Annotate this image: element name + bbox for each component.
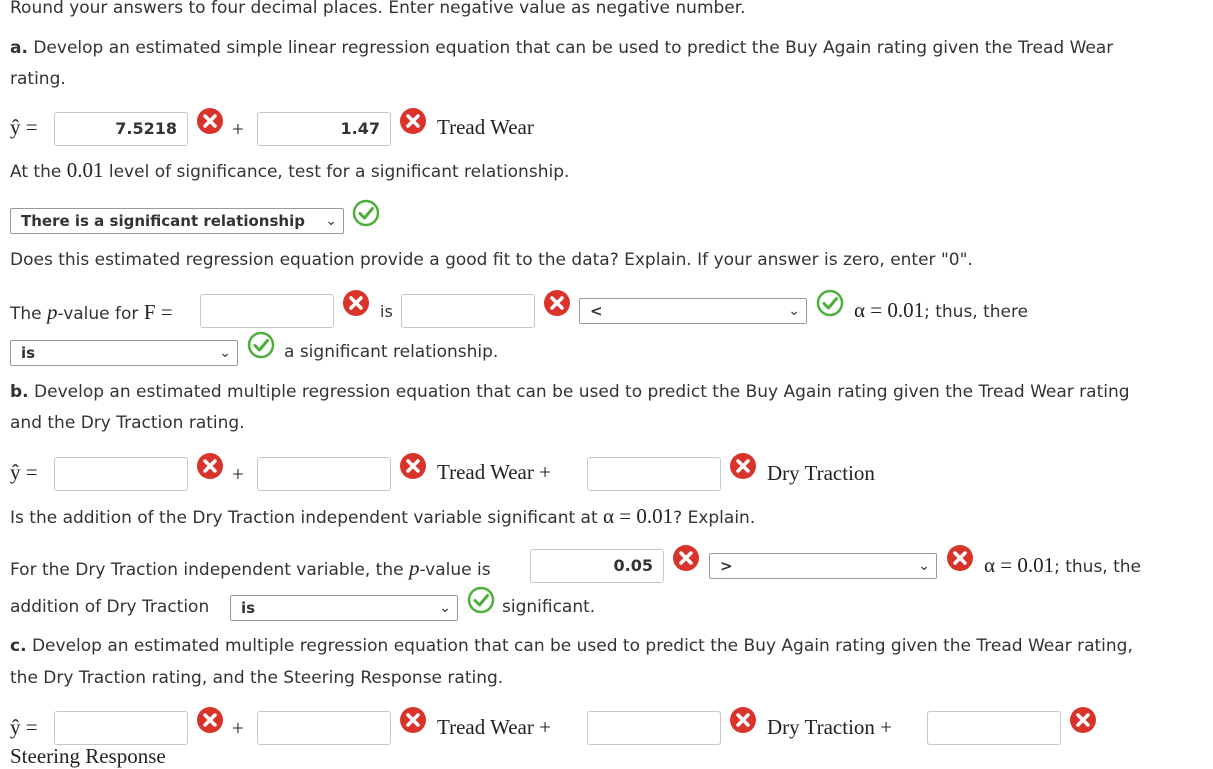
significance-question: At the 0.01 level of significance, test … <box>10 158 569 183</box>
wrong-icon <box>1070 707 1096 733</box>
part-c-question-text: Develop an estimated multiple regression… <box>31 636 1133 656</box>
tread-wear-label-a: Tread Wear <box>437 115 534 139</box>
relationship-text: a significant relationship. <box>284 342 499 362</box>
pvalue-f: F = <box>143 300 173 324</box>
check-icon <box>352 199 380 227</box>
steering-response-label: Steering Response <box>10 744 166 768</box>
alpha-thus-there: α = 0.01; thus, there <box>854 298 1028 323</box>
part-b-question-text: Develop an estimated multiple regression… <box>34 382 1130 402</box>
part-a-question: a. Develop an estimated simple linear re… <box>10 38 1113 58</box>
thus-there: ; thus, there <box>924 302 1029 322</box>
b1-input-c[interactable] <box>257 711 391 745</box>
tread-wear-label-b: Tread Wear + <box>437 460 551 484</box>
alpha-text-a: α = 0.01 <box>854 298 925 322</box>
part-a-question-cont: rating. <box>10 69 66 89</box>
part-b-question: b. Develop an estimated multiple regress… <box>10 382 1130 402</box>
pvalue-f-label: The p-value for F = <box>10 300 173 325</box>
chevron-down-icon: ⌄ <box>219 345 231 361</box>
wrong-icon <box>197 707 223 733</box>
wrong-icon <box>343 290 369 316</box>
chevron-down-icon: ⌄ <box>325 213 337 229</box>
sig-post: level of significance, test for a signif… <box>108 162 570 182</box>
wrong-icon <box>197 453 223 479</box>
dry-traction-label-c: Dry Traction + <box>767 715 893 739</box>
part-c-question-cont: the Dry Traction rating, and the Steerin… <box>10 668 504 688</box>
plus-sign: + <box>232 462 244 486</box>
dry-p-post: -value is <box>419 560 491 580</box>
pvalue-f-input[interactable] <box>200 294 334 328</box>
addition-of-label: addition of Dry Traction <box>10 597 210 617</box>
is-label: is <box>380 302 393 321</box>
wrong-icon <box>673 545 699 571</box>
yhat-label-a: ŷ = <box>10 115 38 139</box>
part-c-question: c. Develop an estimated multiple regress… <box>10 636 1133 656</box>
addition-q-pre: Is the addition of the Dry Traction inde… <box>10 508 598 528</box>
is-select-a[interactable]: is ⌄ <box>10 340 238 366</box>
check-icon <box>247 331 275 359</box>
intercept-input-a[interactable]: 7.5218 <box>54 112 188 146</box>
compare-select-b[interactable]: > ⌄ <box>709 553 937 579</box>
sig-pre: At the <box>10 162 62 182</box>
b3-input-c[interactable] <box>927 711 1061 745</box>
plus-sign: + <box>232 117 244 141</box>
part-a-question-text: Develop an estimated simple linear regre… <box>33 38 1114 58</box>
wrong-icon <box>544 290 570 316</box>
check-icon <box>816 289 844 317</box>
part-a-label: a. <box>10 38 28 58</box>
compare-select-b-value: > <box>720 557 733 575</box>
b0-input-b[interactable] <box>54 457 188 491</box>
chevron-down-icon: ⌄ <box>918 558 930 574</box>
thus-the: ; thus, the <box>1054 557 1142 577</box>
b0-input-c[interactable] <box>54 711 188 745</box>
is-value-input[interactable] <box>401 294 535 328</box>
pvalue-pre: The <box>10 304 42 324</box>
significant-text: significant. <box>502 597 596 617</box>
pvalue-p: p <box>47 300 58 324</box>
dry-p-p: p <box>408 556 420 580</box>
dry-traction-label-b: Dry Traction <box>767 461 875 485</box>
wrong-icon <box>730 453 756 479</box>
sig-level: 0.01 <box>66 158 104 182</box>
instructions-text: Round your answers to four decimal place… <box>10 0 746 18</box>
wrong-icon <box>197 108 223 134</box>
pvalue-mid: -value for <box>57 304 139 324</box>
yhat-label-b: ŷ = <box>10 460 38 484</box>
wrong-icon <box>730 707 756 733</box>
alpha-thus-the: α = 0.01; thus, the <box>984 553 1141 578</box>
b2-input-c[interactable] <box>587 711 721 745</box>
chevron-down-icon: ⌄ <box>439 600 451 616</box>
alpha-text-b: α = 0.01 <box>984 553 1055 577</box>
addition-q-post: ? Explain. <box>673 508 756 528</box>
compare-select-a[interactable]: < ⌄ <box>579 298 807 324</box>
wrong-icon <box>400 108 426 134</box>
is-select-b-value: is <box>241 599 256 617</box>
slope-input-a[interactable]: 1.47 <box>257 112 391 146</box>
check-icon <box>467 586 495 614</box>
compare-select-a-value: < <box>590 302 603 320</box>
plus-sign: + <box>232 716 244 740</box>
part-b-question-cont: and the Dry Traction rating. <box>10 413 245 433</box>
dry-p-label: For the Dry Traction independent variabl… <box>10 556 491 581</box>
part-c-label: c. <box>10 636 27 656</box>
chevron-down-icon: ⌄ <box>788 303 800 319</box>
yhat-label-c: ŷ = <box>10 715 38 739</box>
dry-p-pre: For the Dry Traction independent variabl… <box>10 560 404 580</box>
wrong-icon <box>947 545 973 571</box>
fit-question: Does this estimated regression equation … <box>10 250 973 270</box>
significance-select[interactable]: There is a significant relationship ⌄ <box>10 208 344 234</box>
b1-input-b[interactable] <box>257 457 391 491</box>
is-select-b[interactable]: is ⌄ <box>230 595 458 621</box>
part-b-label: b. <box>10 382 29 402</box>
is-select-a-value: is <box>21 344 36 362</box>
wrong-icon <box>400 707 426 733</box>
b2-input-b[interactable] <box>587 457 721 491</box>
wrong-icon <box>400 453 426 479</box>
addition-alpha: α = 0.01 <box>603 504 674 528</box>
addition-question: Is the addition of the Dry Traction inde… <box>10 504 755 529</box>
tread-wear-label-c: Tread Wear + <box>437 715 551 739</box>
dry-p-value-input[interactable]: 0.05 <box>530 549 664 583</box>
significance-select-value: There is a significant relationship <box>21 212 305 230</box>
